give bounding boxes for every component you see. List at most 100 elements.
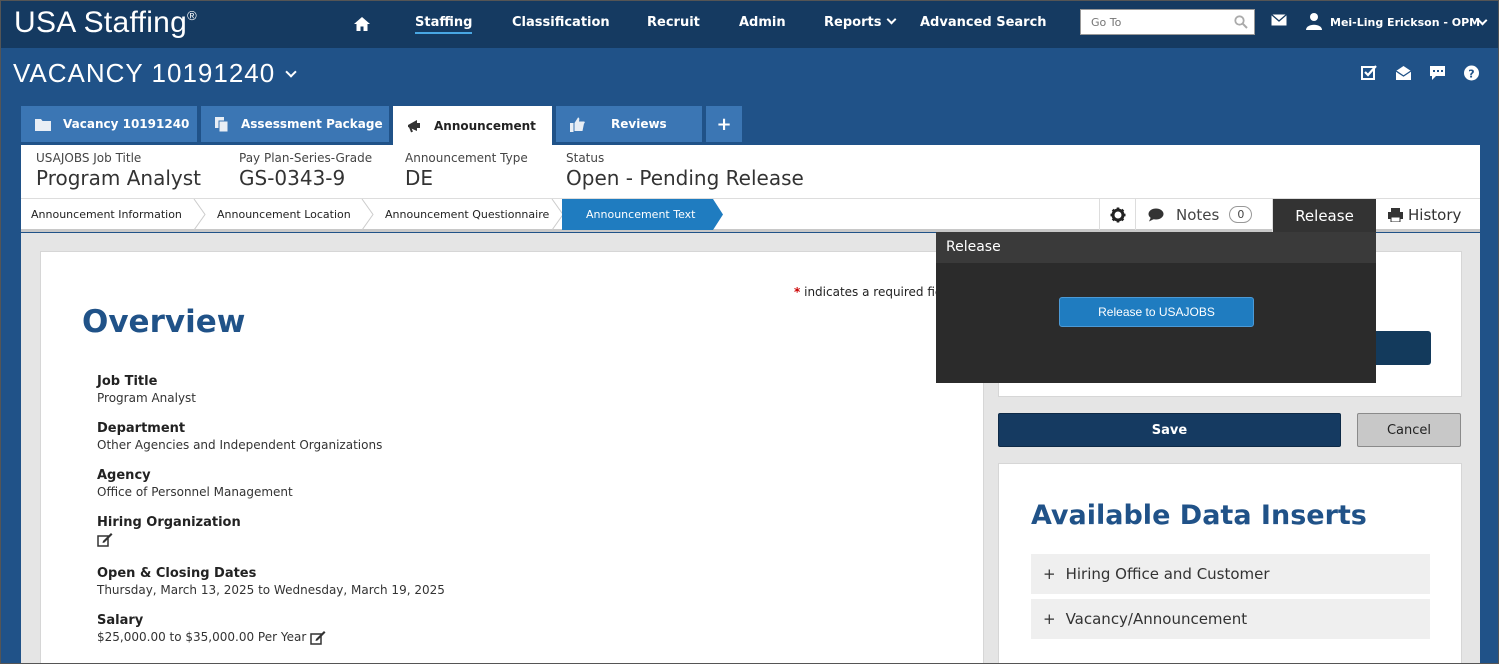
edit-icon[interactable] xyxy=(97,532,113,547)
nav-admin[interactable]: Admin xyxy=(739,15,786,30)
data-inserts-panel: Available Data Inserts + Hiring Office an… xyxy=(998,463,1462,664)
home-icon[interactable] xyxy=(353,15,371,33)
folder-icon xyxy=(35,118,51,131)
announcement-type-label: Announcement Type xyxy=(405,151,528,165)
field-label: Hiring Organization xyxy=(97,515,241,530)
release-popup-title: Release xyxy=(936,232,1376,263)
release-to-usajobs-button[interactable]: Release to USAJOBS xyxy=(1059,297,1254,327)
field-value xyxy=(97,532,241,547)
insert-vacancy-announcement[interactable]: + Vacancy/Announcement xyxy=(1031,599,1430,639)
plus-icon: + xyxy=(1043,610,1056,628)
step-separator xyxy=(361,199,374,230)
documents-icon xyxy=(215,116,229,132)
insert-label: Vacancy/Announcement xyxy=(1065,610,1248,628)
release-button[interactable]: Release xyxy=(1272,199,1376,232)
job-title-label: USAJOBS Job Title xyxy=(36,151,142,165)
plus-icon: + xyxy=(1043,565,1056,583)
checklist-icon[interactable] xyxy=(1361,65,1378,81)
tab-assessment-package[interactable]: Assessment Package xyxy=(201,106,389,142)
field-label: Salary xyxy=(97,613,144,628)
chevron-down-icon xyxy=(285,66,297,78)
announcement-steps: Announcement Information Announcement Lo… xyxy=(21,198,1480,232)
announcement-type-value: DE xyxy=(405,166,434,190)
required-note-text: indicates a required fie xyxy=(804,285,943,299)
save-button[interactable]: Save xyxy=(998,413,1341,447)
vacancy-title-text: VACANCY 10191240 xyxy=(13,58,276,88)
cancel-button[interactable]: Cancel xyxy=(1357,413,1461,447)
pay-plan-info: Pay Plan-Series-Grade GS-0343-9 xyxy=(239,151,372,190)
step-separator xyxy=(193,199,206,230)
comments-icon[interactable] xyxy=(1429,65,1446,81)
field-agency: Agency Office of Personnel Management xyxy=(97,468,293,499)
required-asterisk: * xyxy=(794,285,801,299)
chevron-down-icon xyxy=(886,14,897,25)
history-button[interactable]: History xyxy=(1376,199,1480,230)
notes-count: 0 xyxy=(1229,206,1253,223)
tab-vacancy-label: Vacancy 10191240 xyxy=(63,117,190,131)
notes-label: Notes xyxy=(1176,205,1220,224)
field-value: Program Analyst xyxy=(97,391,197,405)
salary-value: $25,000.00 to $35,000.00 Per Year xyxy=(97,630,307,644)
field-department: Department Other Agencies and Independen… xyxy=(97,421,382,452)
field-value: Thursday, March 13, 2025 to Wednesday, M… xyxy=(97,583,445,597)
printer-icon xyxy=(1388,207,1403,222)
search-icon[interactable] xyxy=(1234,15,1248,29)
settings-button[interactable] xyxy=(1099,199,1135,230)
tab-announcement-label: Announcement xyxy=(434,119,536,133)
nav-classification[interactable]: Classification xyxy=(512,15,610,30)
field-label: Open & Closing Dates xyxy=(97,566,257,581)
top-navigation: USA Staffing® Staffing Classification Re… xyxy=(0,0,1499,48)
nav-recruit[interactable]: Recruit xyxy=(647,15,700,30)
step-announcement-location[interactable]: Announcement Location xyxy=(217,199,351,230)
speech-bubble-icon xyxy=(1148,208,1164,221)
field-value: Office of Personnel Management xyxy=(97,485,293,499)
plus-icon: + xyxy=(716,113,732,135)
mail-icon[interactable] xyxy=(1271,14,1287,26)
overview-card: * indicates a required fie Overview Job … xyxy=(40,251,984,664)
nav-reports-label: Reports xyxy=(824,15,882,30)
field-value: Other Agencies and Independent Organizat… xyxy=(97,438,383,452)
notes-button[interactable]: Notes 0 xyxy=(1135,199,1272,230)
open-mail-icon[interactable] xyxy=(1395,65,1412,81)
release-popup: Release Release to USAJOBS xyxy=(936,232,1376,383)
active-step-arrow xyxy=(713,199,723,230)
step-announcement-text[interactable]: Announcement Text xyxy=(562,199,713,230)
help-icon[interactable]: ? xyxy=(1463,65,1480,81)
field-label: Job Title xyxy=(97,374,158,389)
usa-staffing-logo[interactable]: USA Staffing® xyxy=(14,6,197,40)
tab-reviews[interactable]: Reviews xyxy=(556,106,702,142)
tab-vacancy[interactable]: Vacancy 10191240 xyxy=(21,106,197,142)
status-label: Status xyxy=(566,151,605,165)
user-icon[interactable] xyxy=(1306,12,1322,30)
goto-search xyxy=(1080,9,1255,35)
release-label: Release xyxy=(1295,206,1354,225)
svg-text:?: ? xyxy=(1468,68,1474,81)
tab-assessment-label: Assessment Package xyxy=(241,117,383,131)
user-name[interactable]: Mei-Ling Erickson - OPM xyxy=(1330,16,1480,29)
goto-input[interactable] xyxy=(1081,10,1221,34)
insert-hiring-office[interactable]: + Hiring Office and Customer xyxy=(1031,554,1430,594)
field-label: Agency xyxy=(97,468,151,483)
step-announcement-questionnaire[interactable]: Announcement Questionnaire xyxy=(385,199,549,230)
thumbs-up-icon xyxy=(570,117,585,132)
status-value: Open - Pending Release xyxy=(566,166,804,190)
tab-announcement[interactable]: Announcement xyxy=(393,106,552,146)
edit-icon[interactable] xyxy=(310,630,326,645)
field-hiring-organization: Hiring Organization xyxy=(97,515,241,547)
job-title-info: USAJOBS Job Title Program Analyst xyxy=(36,151,201,190)
data-inserts-title: Available Data Inserts xyxy=(1031,500,1367,531)
field-value: $25,000.00 to $35,000.00 Per Year xyxy=(97,630,326,645)
pay-plan-value: GS-0343-9 xyxy=(239,166,346,190)
megaphone-icon xyxy=(408,120,420,133)
announcement-type-info: Announcement Type DE xyxy=(405,151,528,190)
step-announcement-information[interactable]: Announcement Information xyxy=(31,199,182,230)
add-tab-button[interactable]: + xyxy=(706,106,742,142)
nav-reports[interactable]: Reports xyxy=(824,14,897,30)
nav-staffing[interactable]: Staffing xyxy=(415,15,473,34)
insert-label: Hiring Office and Customer xyxy=(1065,565,1270,583)
nav-advanced-search[interactable]: Advanced Search xyxy=(920,15,1047,30)
vacancy-title[interactable]: VACANCY 10191240 xyxy=(13,58,297,89)
gear-icon xyxy=(1110,207,1125,222)
status-info: Status Open - Pending Release xyxy=(566,151,804,190)
field-job-title: Job Title Program Analyst xyxy=(97,374,196,405)
